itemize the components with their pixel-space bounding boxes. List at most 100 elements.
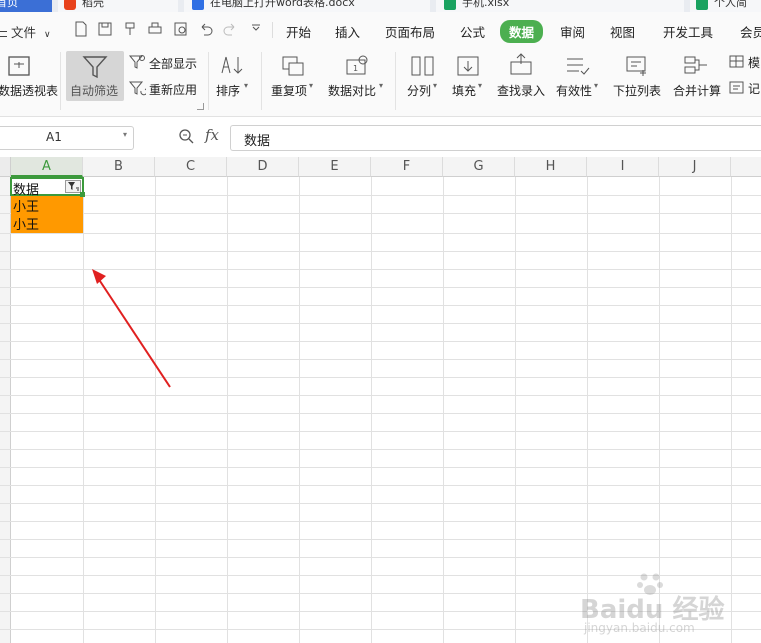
insert-function-icon[interactable]: fx [205, 126, 219, 144]
validity-button[interactable]: 有效性 ▾ [554, 48, 602, 114]
mock-analysis-button[interactable]: 模 [729, 54, 761, 72]
filter-dropdown-button[interactable] [65, 180, 81, 193]
tab-resume-xlsx[interactable]: 个人简历.xlsx [690, 0, 761, 12]
lookup-entry-button[interactable]: 查找录入 [496, 48, 548, 114]
filter-dialog-launcher-icon[interactable] [197, 103, 204, 110]
column-header-b[interactable]: B [83, 157, 155, 177]
file-menu[interactable]: 文件 ∨ [0, 22, 51, 41]
cell-a2[interactable]: 小王 小王 [11, 196, 83, 233]
tab-home-label: 首页 [0, 0, 18, 9]
file-menu-label: 文件 [11, 25, 37, 40]
mock-analysis-label: 模 [748, 56, 761, 70]
tab-home[interactable]: 首页 [0, 0, 52, 12]
tab-word-doc[interactable]: 在电脑上打开word表格.docx [184, 0, 430, 12]
auto-filter-button[interactable]: 自动筛选 [66, 51, 124, 101]
ribbon-divider [60, 52, 61, 110]
reapply-button[interactable]: 重新应用 [128, 80, 206, 98]
column-header-overflow [731, 157, 761, 177]
watermark-url: jingyan.baidu.com [584, 621, 695, 635]
filter-applied-icon [67, 181, 80, 195]
consolidate-button[interactable]: 合并计算 [670, 48, 724, 114]
column-header-d[interactable]: D [227, 157, 299, 177]
column-header-i[interactable]: I [587, 157, 659, 177]
zoom-search-icon[interactable] [178, 128, 194, 147]
reapply-label: 重新应用 [149, 83, 198, 97]
save-icon[interactable] [97, 21, 113, 37]
show-all-button[interactable]: 全部显示 [128, 54, 206, 72]
column-header-a[interactable]: A [11, 157, 83, 177]
ribbon-divider [395, 52, 396, 110]
split-dropdown-icon: ▾ [433, 81, 438, 90]
tab-data[interactable]: 数据 [500, 20, 544, 43]
tab-developer[interactable]: 开发工具 [663, 22, 713, 41]
column-header-h[interactable]: H [515, 157, 587, 177]
column-header-f[interactable]: F [371, 157, 443, 177]
fill-handle[interactable] [80, 192, 85, 197]
validity-dropdown-icon: ▾ [594, 81, 599, 90]
column-header-g[interactable]: G [443, 157, 515, 177]
cell-a1[interactable]: 数据 [10, 177, 85, 198]
auto-filter-label: 自动筛选 [70, 84, 119, 98]
row-header-strip[interactable] [0, 177, 11, 643]
duplicates-button[interactable]: 重复项 ▾ [268, 48, 318, 114]
format-painter-icon[interactable] [122, 21, 138, 37]
print-preview-icon[interactable] [173, 21, 189, 37]
print-icon[interactable] [147, 21, 163, 37]
pivot-table-button[interactable]: 数据透视表 [0, 48, 58, 114]
pivot-table-label: 数据透视表 [0, 84, 59, 98]
name-box-value: A1 [46, 130, 62, 144]
column-header-e[interactable]: E [299, 157, 371, 177]
formula-input[interactable]: 数据 [230, 125, 761, 151]
column-header-c[interactable]: C [155, 157, 227, 177]
annotation-arrow [92, 269, 171, 388]
gridline [0, 557, 761, 558]
tab-resume-xlsx-label: 个人简历.xlsx [714, 0, 747, 9]
duplicates-label: 重复项 [271, 84, 308, 98]
data-compare-dropdown-icon: ▾ [379, 81, 384, 90]
gridline [0, 233, 761, 234]
record-label: 记 [748, 82, 761, 96]
show-all-label: 全部显示 [149, 57, 198, 71]
select-all-corner[interactable] [0, 157, 11, 177]
formula-bar: A1 ▾ fx 数据 [0, 117, 761, 157]
fill-button[interactable]: 填充 ▾ [450, 48, 490, 114]
baidu-watermark: Baidu 经验 jingyan.baidu.com [580, 569, 755, 639]
record-button[interactable]: 记 [729, 80, 761, 98]
filter-funnel-icon [82, 55, 108, 82]
redo-icon[interactable] [222, 21, 238, 37]
tab-formula[interactable]: 公式 [460, 22, 485, 41]
sort-button[interactable]: 排序 ▾ [212, 48, 258, 114]
tab-page-layout[interactable]: 页面布局 [385, 22, 435, 41]
tab-view[interactable]: 视图 [610, 22, 635, 41]
column-header-j[interactable]: J [659, 157, 731, 177]
dropdown-list-label: 下拉列表 [613, 84, 662, 98]
gridline [83, 177, 84, 643]
new-file-icon[interactable] [73, 21, 89, 37]
tab-docer[interactable]: 稻壳 [58, 0, 178, 12]
split-column-button[interactable]: 分列 ▾ [404, 48, 444, 114]
lookup-entry-label: 查找录入 [497, 84, 546, 98]
gridline [0, 503, 761, 504]
sort-icon [220, 54, 246, 81]
tab-start[interactable]: 开始 [286, 22, 311, 41]
dropdown-list-button[interactable]: 下拉列表 [610, 48, 664, 114]
customize-toolbar-icon[interactable] [248, 21, 264, 37]
gridline [0, 213, 761, 214]
gridline [0, 195, 761, 196]
tab-insert[interactable]: 插入 [335, 22, 360, 41]
name-box[interactable]: A1 ▾ [0, 126, 134, 150]
data-ribbon: 数据透视表 自动筛选 全部显示 重新应用 排序 ▾ 重复项 ▾ 1 数据对比 ▾… [0, 48, 761, 117]
chevron-down-icon: ▾ [123, 130, 128, 139]
tab-phone-xlsx[interactable]: 手机.xlsx [436, 0, 684, 12]
data-compare-button[interactable]: 1 数据对比 ▾ [326, 48, 390, 114]
spreadsheet-grid[interactable]: A B C D E F G H I J 小王 小王 数据 Baidu 经验 ji… [0, 157, 761, 643]
tab-review[interactable]: 审阅 [560, 22, 585, 41]
split-column-label: 分列 [407, 84, 432, 98]
consolidate-icon [683, 54, 711, 81]
validity-icon [564, 54, 590, 81]
tab-member[interactable]: 会员 [740, 22, 761, 41]
undo-icon[interactable] [198, 21, 214, 37]
svg-text:1: 1 [353, 64, 358, 73]
sort-label: 排序 [216, 84, 241, 98]
dropdown-list-icon [624, 54, 650, 81]
